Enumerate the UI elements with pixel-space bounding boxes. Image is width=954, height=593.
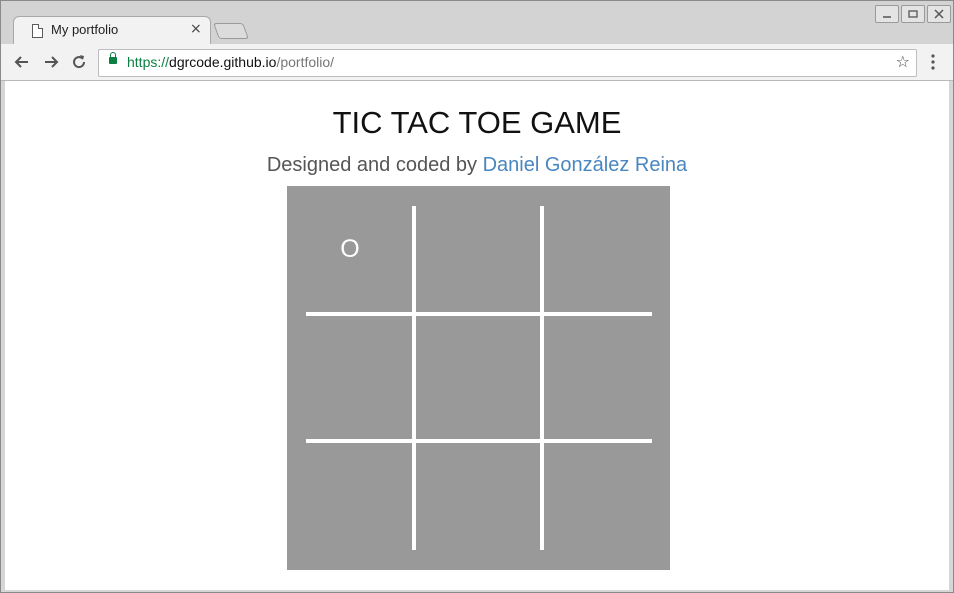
url-text[interactable]: https://dgrcode.github.io/portfolio/ <box>127 54 334 70</box>
new-tab-button[interactable] <box>213 23 249 39</box>
grid-line-v2 <box>540 206 544 550</box>
board-cell[interactable] <box>295 323 405 433</box>
toolbar: https://dgrcode.github.io/portfolio/ ☆ <box>1 44 953 81</box>
page-content: TIC TAC TOE GAME Designed and coded by D… <box>5 81 949 590</box>
reload-icon[interactable] <box>68 51 90 73</box>
page-subtitle: Designed and coded by Daniel González Re… <box>5 154 949 177</box>
page-icon <box>32 24 43 38</box>
board-cell[interactable] <box>295 450 405 560</box>
game-board: O <box>287 186 670 570</box>
bookmark-star-icon[interactable]: ☆ <box>896 52 910 71</box>
lock-icon <box>109 52 117 64</box>
board-cell[interactable] <box>423 194 533 304</box>
grid-line-h1 <box>306 312 652 316</box>
grid-line-v1 <box>412 206 416 550</box>
minimize-icon[interactable] <box>875 5 899 23</box>
back-icon[interactable] <box>11 51 33 73</box>
close-icon[interactable]: × <box>190 21 202 37</box>
page-title: TIC TAC TOE GAME <box>332 105 622 140</box>
tab-portfolio[interactable]: My portfolio × <box>13 16 211 45</box>
board-cell[interactable] <box>423 323 533 433</box>
restore-icon[interactable] <box>901 5 925 23</box>
board-cell[interactable] <box>551 194 661 304</box>
address-bar[interactable]: https://dgrcode.github.io/portfolio/ ☆ <box>98 49 917 77</box>
tab-title: My portfolio <box>51 22 119 37</box>
board-cell[interactable] <box>423 450 533 560</box>
board-cell[interactable] <box>551 323 661 433</box>
board-cell[interactable] <box>551 450 661 560</box>
subtitle-prefix: Designed and coded by <box>266 154 483 176</box>
url-scheme: https:// <box>127 54 170 70</box>
url-path: /portfolio/ <box>276 54 335 70</box>
author-link[interactable]: Daniel González Reina <box>483 154 688 176</box>
board-cell[interactable]: O <box>295 194 405 304</box>
window-close-icon[interactable] <box>927 5 951 23</box>
forward-icon[interactable] <box>40 51 62 73</box>
tab-strip: My portfolio × <box>1 1 953 45</box>
menu-icon[interactable] <box>923 51 943 73</box>
url-host: dgrcode.github.io <box>169 54 277 70</box>
browser-window: My portfolio × https://dgrcode.github.io… <box>0 0 954 593</box>
grid-line-h2 <box>306 439 652 443</box>
